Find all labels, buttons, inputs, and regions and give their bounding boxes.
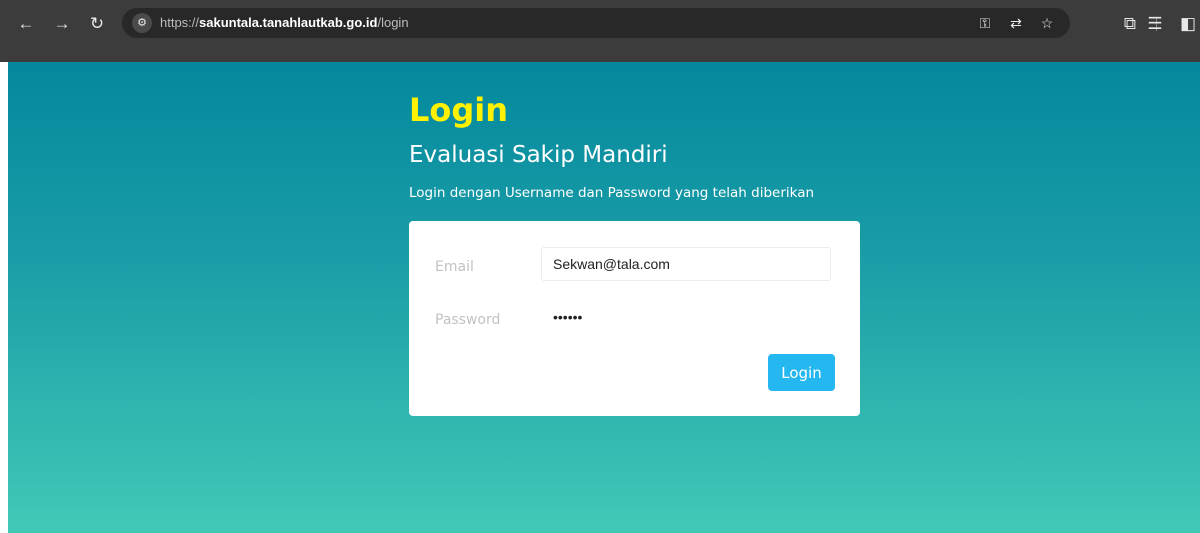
- translate-icon[interactable]: ⇄: [1006, 13, 1026, 33]
- address-bar[interactable]: ⚙ https://sakuntala.tanahlautkab.go.id/l…: [122, 8, 1070, 38]
- password-field[interactable]: [541, 300, 831, 334]
- puzzle-icon[interactable]: ⧉: [1117, 11, 1143, 37]
- page-title: Login: [409, 91, 509, 129]
- url-path: /login: [377, 15, 409, 30]
- login-instructions: Login dengan Username dan Password yang …: [409, 185, 815, 201]
- forward-arrow-icon[interactable]: →: [49, 11, 75, 37]
- page-background: Login Evaluasi Sakip Mandiri Login denga…: [8, 62, 1200, 533]
- site-info-icon[interactable]: ⚙: [132, 13, 152, 33]
- reload-icon[interactable]: ↻: [84, 11, 110, 37]
- browser-toolbar: ← → ↻ ⚙ https://sakuntala.tanahlautkab.g…: [0, 0, 1200, 62]
- email-field[interactable]: [541, 247, 831, 281]
- star-icon[interactable]: ☆: [1037, 13, 1057, 33]
- url-text[interactable]: https://sakuntala.tanahlautkab.go.id/log…: [160, 15, 409, 30]
- reading-list-icon[interactable]: ☰: [1142, 11, 1168, 37]
- side-panel-icon[interactable]: ◧: [1175, 11, 1200, 37]
- email-label: Email: [435, 259, 474, 275]
- login-form-card: Email Password Login: [409, 221, 860, 416]
- url-scheme: https://: [160, 15, 200, 30]
- password-label: Password: [435, 312, 501, 328]
- key-icon[interactable]: ⚿: [975, 13, 995, 33]
- login-button[interactable]: Login: [768, 354, 835, 391]
- page-subtitle: Evaluasi Sakip Mandiri: [409, 142, 668, 168]
- url-host: sakuntala.tanahlautkab.go.id: [199, 15, 378, 30]
- back-arrow-icon[interactable]: ←: [13, 11, 39, 37]
